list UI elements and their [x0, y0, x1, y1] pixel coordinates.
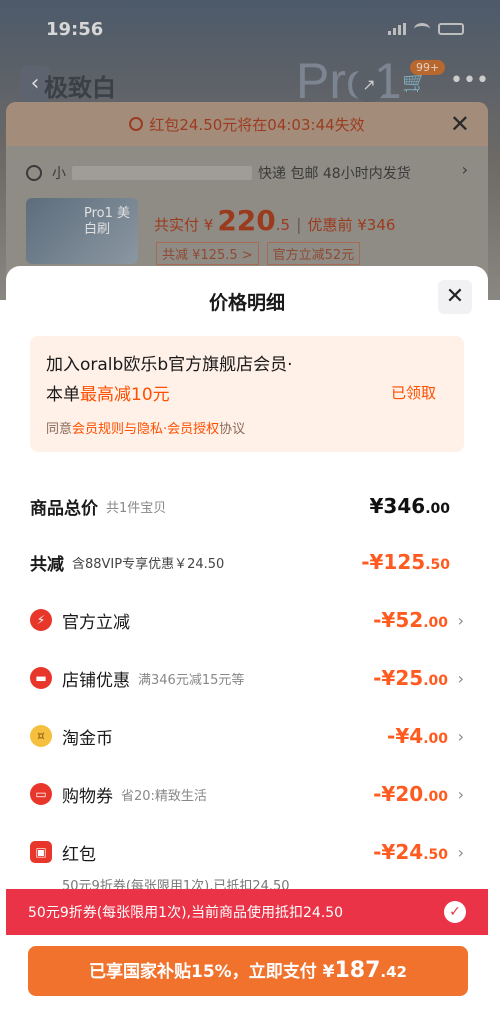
pay-button-label: 已享国家补贴15%，立即支付 ¥ — [89, 962, 335, 982]
row-amount: -¥52.00 — [373, 608, 448, 632]
member-banner[interactable]: 加入oralb欧乐b官方旗舰店会员· 本单最高减10元 已领取 同意会员规则与隐… — [30, 336, 464, 452]
tag-total-reduce: 共减 ¥125.5 > — [156, 242, 259, 265]
chevron-right-icon: › — [457, 726, 464, 746]
row-label: 官方立减 — [62, 612, 130, 633]
address-row: 小 快递 包邮 48小时内发货 — [26, 160, 466, 186]
amount-int: -¥125 — [361, 550, 426, 574]
amount-dec: .00 — [423, 615, 448, 631]
hongbao-timer-bar: 红包24.50元将在04:03:44失效 ✕ — [6, 102, 488, 146]
pay-amount-dec: .42 — [380, 963, 407, 981]
chevron-right-icon: › — [457, 784, 464, 804]
status-bar: 19:56 — [0, 14, 500, 44]
claimed-button[interactable]: 已领取 — [391, 382, 436, 403]
row-label: 淘金币 — [62, 728, 113, 749]
agree-suffix: 协议 — [219, 422, 246, 437]
shop-icon: ▬ — [30, 667, 52, 689]
row-hongbao[interactable]: ▣ 红包 -¥24.50 › — [30, 836, 464, 868]
member-max-reduce: 最高减10元 — [80, 385, 170, 405]
row-sub: 含88VIP专享优惠￥24.50 — [72, 556, 225, 572]
amount-int: -¥52 — [373, 608, 424, 632]
coupon-applied-text: 50元9折券(每张限用1次),当前商品使用抵扣24.50 — [28, 905, 344, 921]
sheet-title: 价格明细 — [208, 292, 285, 314]
amount-dec: .50 — [425, 557, 450, 573]
amount-int: -¥20 — [373, 782, 424, 806]
shipping-text: 快递 包邮 48小时内发货 — [258, 166, 411, 182]
chevron-right-icon: › — [461, 160, 468, 179]
amount-dec: .00 — [423, 673, 448, 689]
cart-badge: 99+ — [410, 60, 446, 75]
status-icons — [388, 23, 464, 35]
row-total-price: 商品总价 共1件宝贝 ¥346.00 — [30, 490, 464, 522]
paid-amount: 220 — [217, 204, 276, 237]
lightning-icon: ⚡ — [30, 609, 52, 631]
tag-official-reduce: 官方立减52元 — [266, 242, 361, 265]
row-amount: -¥125.50 — [361, 550, 450, 574]
row-sub: 省20:精致生活 — [121, 788, 207, 804]
amount-dec: .00 — [425, 501, 450, 517]
coupon-applied-bar[interactable]: 50元9折券(每张限用1次),当前商品使用抵扣24.50 ✓ — [6, 889, 488, 935]
member-line2: 本单最高减10元 — [46, 380, 170, 405]
row-label: 购物券 — [62, 786, 113, 807]
amount-int: -¥24 — [373, 840, 424, 864]
row-label: 店铺优惠 — [62, 670, 130, 691]
member-line1: 加入oralb欧乐b官方旗舰店会员· — [46, 355, 293, 375]
amount-dec: .50 — [423, 847, 448, 863]
wifi-icon — [414, 23, 430, 35]
row-sub: 满346元减15元等 — [138, 672, 245, 688]
status-time: 19:56 — [46, 18, 104, 40]
amount-int: -¥25 — [373, 666, 424, 690]
more-icon: ••• — [450, 68, 489, 93]
share-icon: ↗ — [352, 68, 386, 102]
close-button[interactable]: ✕ — [438, 280, 472, 314]
check-icon: ✓ — [444, 901, 466, 923]
row-shopping-voucher[interactable]: ▭ 购物券 省20:精致生活 -¥20.00 › — [30, 778, 464, 810]
row-shop-discount[interactable]: ▬ 店铺优惠 满346元减15元等 -¥25.00 › — [30, 662, 464, 694]
row-official-reduce[interactable]: ⚡ 官方立减 -¥52.00 › — [30, 604, 464, 636]
red-packet-icon: ▣ — [30, 841, 52, 863]
location-icon — [26, 165, 42, 181]
price-line: 共实付 ¥ 220 .5 | 优惠前 ¥346 — [154, 204, 395, 237]
row-amount: -¥4.00 — [387, 724, 448, 748]
discount-tags: 共减 ¥125.5 > 官方立减52元 — [156, 242, 361, 265]
before-price: 优惠前 ¥346 — [307, 216, 396, 234]
amount-int: -¥4 — [387, 724, 424, 748]
amount-int: ¥346 — [369, 494, 426, 518]
pay-button[interactable]: 已享国家补贴15%，立即支付 ¥187.42 — [28, 946, 468, 996]
amount-dec: .00 — [423, 731, 448, 747]
clock-icon — [129, 117, 144, 131]
product-thumbnail: Pro1 美白刷 — [26, 198, 138, 264]
row-amount: -¥25.00 — [373, 666, 448, 690]
row-amount: -¥20.00 — [373, 782, 448, 806]
row-taojinbi[interactable]: ¤ 淘金币 -¥4.00 › — [30, 720, 464, 752]
paid-label: 共实付 ¥ — [154, 216, 214, 234]
chevron-right-icon: › — [457, 842, 464, 862]
row-amount: ¥346.00 — [370, 494, 450, 518]
close-icon: ✕ — [445, 284, 465, 309]
pay-amount-int: 187 — [334, 958, 381, 983]
amount-dec: .00 — [423, 789, 448, 805]
signal-icon — [388, 23, 406, 35]
voucher-icon: ▭ — [30, 783, 52, 805]
background-title: 极致白 — [44, 74, 116, 102]
chevron-right-icon: › — [457, 610, 464, 630]
row-label: 共减 — [30, 554, 64, 575]
timer-text: 红包24.50元将在04:03:44失效 — [149, 115, 365, 134]
member-agreement: 同意会员规则与隐私·会员授权协议 — [46, 418, 245, 437]
member-line2-prefix: 本单 — [46, 385, 80, 405]
agree-prefix: 同意 — [46, 422, 73, 437]
address-prefix: 小 — [52, 166, 66, 182]
row-amount: -¥24.50 — [373, 840, 448, 864]
address-blurred — [72, 166, 252, 180]
paid-decimal: .5 — [275, 216, 291, 234]
row-label: 红包 — [62, 844, 96, 865]
battery-icon — [438, 23, 464, 35]
row-total-reduce: 共减 含88VIP专享优惠￥24.50 -¥125.50 — [30, 546, 464, 578]
agreement-link[interactable]: 会员规则与隐私·会员授权 — [72, 422, 219, 437]
row-sub: 共1件宝贝 — [106, 500, 167, 516]
coin-icon: ¤ — [30, 725, 52, 747]
chevron-right-icon: › — [457, 668, 464, 688]
row-label: 商品总价 — [30, 498, 98, 519]
divider: | — [296, 215, 302, 234]
close-icon: ✕ — [449, 110, 470, 138]
